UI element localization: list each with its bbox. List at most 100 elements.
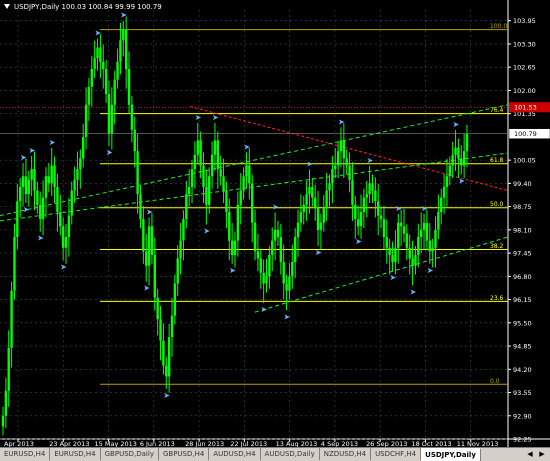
candle-body bbox=[185, 194, 188, 220]
candle-body bbox=[119, 40, 122, 62]
candle-body bbox=[110, 104, 114, 134]
current-price-label: 100.79 bbox=[514, 130, 537, 138]
candle-body bbox=[7, 347, 10, 391]
fib-level-label: 0.0 bbox=[490, 378, 500, 385]
candle-body bbox=[142, 219, 145, 252]
chart-tab-bar: EURUSD,H4 EURUSD,H4 GBPUSD,Daily GBPUSD,… bbox=[0, 447, 550, 461]
marked-price-label: 101.53 bbox=[514, 104, 537, 112]
candle-body bbox=[371, 183, 374, 191]
candle-body bbox=[268, 254, 271, 277]
chart-dropdown-icon[interactable] bbox=[4, 4, 10, 9]
candle-body bbox=[411, 258, 414, 266]
candle-body bbox=[104, 68, 108, 95]
candle-body bbox=[67, 215, 71, 238]
candle-body bbox=[193, 154, 197, 170]
candle-body bbox=[377, 201, 380, 216]
candle-body bbox=[419, 229, 423, 238]
chart-title: USDJPY,Daily 100.03 100.84 99.99 100.79 bbox=[14, 3, 162, 11]
candle-body bbox=[282, 262, 285, 284]
candle-body bbox=[136, 151, 139, 195]
fractal-up-marker: ➤ bbox=[306, 159, 313, 168]
candle-body bbox=[339, 140, 343, 152]
y-tick-label: 98.10 bbox=[513, 226, 532, 234]
candle-body bbox=[93, 58, 96, 69]
tab-usdjpy-daily[interactable]: USDJPY,Daily bbox=[421, 448, 481, 461]
candle-body bbox=[145, 251, 148, 266]
y-tick-label: 98.75 bbox=[513, 203, 532, 211]
candle-body bbox=[451, 154, 454, 166]
candle-body bbox=[56, 186, 59, 212]
candle-body bbox=[462, 151, 466, 166]
candle-body bbox=[359, 211, 363, 227]
candle-body bbox=[233, 240, 237, 255]
candle-body bbox=[408, 247, 411, 259]
tab-eurusd-h4[interactable]: EURUSD,H4 bbox=[0, 448, 51, 460]
y-tick-label: 93.55 bbox=[513, 389, 532, 397]
candle-body bbox=[345, 158, 348, 166]
candle-body bbox=[219, 169, 222, 177]
scroll-right-icon[interactable]: ▶ bbox=[536, 448, 548, 460]
tab-audusd-daily[interactable]: AUDUSD,Daily bbox=[260, 448, 320, 460]
tab-gbpusd-h4[interactable]: GBPUSD,H4 bbox=[158, 448, 210, 460]
candle-body bbox=[21, 176, 25, 187]
candle-body bbox=[99, 47, 102, 62]
candle-body bbox=[328, 183, 331, 191]
candle-body bbox=[107, 94, 111, 134]
candle-body bbox=[465, 133, 469, 152]
y-tick-label: 96.80 bbox=[513, 273, 532, 281]
fib-level-label: 100.0 bbox=[490, 23, 507, 30]
candle-body bbox=[379, 215, 383, 220]
candle-body bbox=[299, 211, 303, 223]
candle-body bbox=[262, 272, 265, 284]
scroll-left-icon[interactable]: ◀ bbox=[524, 448, 536, 460]
candle-body bbox=[250, 183, 254, 223]
candle-body bbox=[442, 186, 446, 198]
candle-body bbox=[382, 219, 386, 238]
candle-body bbox=[84, 104, 88, 137]
candle-body bbox=[440, 197, 443, 212]
candle-body bbox=[27, 179, 30, 195]
y-tick-label: 92.25 bbox=[513, 436, 532, 444]
candle-body bbox=[13, 237, 16, 291]
candle-body bbox=[196, 140, 199, 155]
candle-body bbox=[336, 151, 340, 166]
tab-usdchf-h4[interactable]: USDCHF,H4 bbox=[371, 448, 422, 460]
chart-window[interactable]: 103.95 103.30 102.65 102.00 101.35 100.05 99.4… bbox=[0, 0, 550, 461]
candle-body bbox=[70, 190, 73, 216]
tab-gbpusd-daily[interactable]: GBPUSD,Daily bbox=[100, 448, 159, 460]
candle-body bbox=[437, 211, 440, 230]
fib-level-label: 50.0 bbox=[490, 201, 504, 208]
candle-body bbox=[30, 169, 33, 180]
fractal-up-marker: ➤ bbox=[453, 120, 460, 129]
candle-body bbox=[190, 169, 194, 187]
candle-body bbox=[428, 240, 431, 252]
candle-body bbox=[81, 136, 85, 159]
tab-eurusd-h4-2[interactable]: EURUSD,H4 bbox=[50, 448, 101, 460]
candle-body bbox=[311, 186, 314, 198]
candle-body bbox=[322, 208, 325, 223]
candle-body bbox=[216, 140, 220, 170]
tab-audusd-h4[interactable]: AUDUSD,H4 bbox=[209, 448, 261, 460]
candle-body bbox=[122, 29, 125, 41]
candle-body bbox=[399, 222, 403, 227]
candle-body bbox=[457, 147, 460, 159]
y-tick-label: 99.40 bbox=[513, 180, 532, 188]
y-tick-label: 102.65 bbox=[513, 64, 536, 72]
candle-body bbox=[288, 276, 291, 291]
candle-body bbox=[259, 258, 262, 273]
candle-body bbox=[302, 204, 305, 212]
candle-body bbox=[354, 204, 357, 220]
price-chart[interactable]: 103.95103.30102.65102.00101.35100.0599.4… bbox=[0, 0, 550, 461]
tab-nzdusd-h4[interactable]: NZDUSD,H4 bbox=[319, 448, 372, 460]
fractal-up-marker: ➤ bbox=[49, 138, 56, 147]
candle-body bbox=[222, 176, 225, 191]
candle-body bbox=[245, 165, 248, 177]
candle-body bbox=[18, 186, 22, 202]
chart-symbol-label: USDJPY,Daily bbox=[14, 3, 60, 11]
candle-body bbox=[293, 237, 297, 263]
candle-body bbox=[170, 315, 174, 338]
candle-body bbox=[147, 226, 151, 266]
candle-body bbox=[230, 240, 234, 255]
candle-body bbox=[402, 226, 406, 234]
candle-body bbox=[47, 176, 51, 184]
